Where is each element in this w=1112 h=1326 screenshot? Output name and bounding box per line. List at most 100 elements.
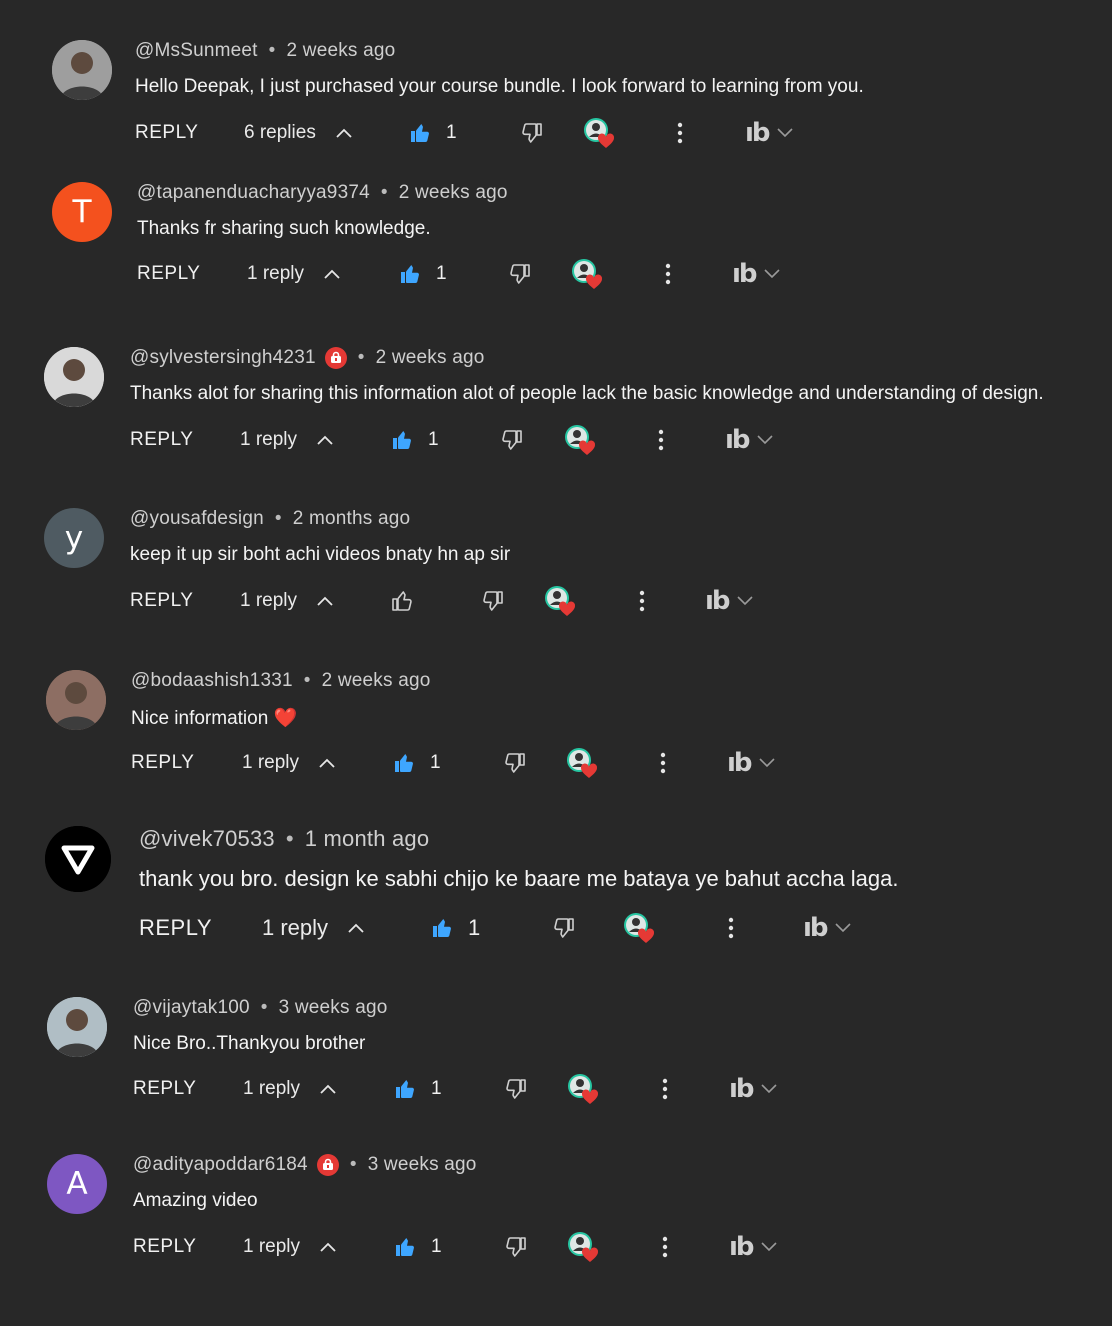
- avatar[interactable]: [46, 670, 106, 730]
- ib-extension-button[interactable]: ıb: [705, 586, 753, 616]
- author-handle[interactable]: @adityapoddar6184: [133, 1154, 308, 1176]
- ib-extension-button[interactable]: ıb: [729, 1074, 777, 1104]
- more-vert-icon[interactable]: [660, 1232, 670, 1262]
- more-vert-icon[interactable]: [663, 259, 673, 289]
- ib-extension-button[interactable]: ıb: [725, 425, 773, 455]
- comment-time[interactable]: 2 weeks ago: [399, 182, 508, 204]
- author-handle[interactable]: @sylvestersingh4231: [130, 347, 316, 369]
- comment-text: Nice information ❤️: [131, 706, 297, 730]
- avatar[interactable]: T: [52, 182, 112, 242]
- comment-time[interactable]: 3 weeks ago: [368, 1154, 477, 1176]
- avatar[interactable]: [44, 347, 104, 407]
- view-replies-toggle[interactable]: 1 reply: [262, 913, 364, 943]
- like-button[interactable]: [390, 586, 428, 616]
- view-replies-toggle[interactable]: 1 reply: [240, 425, 333, 455]
- reply-button[interactable]: REPLY: [133, 1074, 196, 1104]
- reply-button[interactable]: REPLY: [131, 748, 194, 778]
- dislike-button[interactable]: [481, 586, 505, 616]
- view-replies-toggle[interactable]: 1 reply: [243, 1232, 336, 1262]
- replies-count: 1 reply: [242, 752, 300, 773]
- comment-time[interactable]: 2 weeks ago: [376, 347, 485, 369]
- chevron-up-icon: [299, 758, 335, 768]
- replies-count: 1 reply: [243, 1078, 301, 1099]
- more-vert-icon[interactable]: [656, 425, 666, 455]
- author-handle[interactable]: @MsSunmeet: [135, 40, 258, 62]
- avatar[interactable]: [47, 997, 107, 1057]
- chevron-down-icon: [729, 596, 753, 606]
- comment-text: Thanks alot for sharing this information…: [130, 383, 1044, 405]
- ib-extension-button[interactable]: ıb: [729, 1232, 777, 1262]
- chevron-up-icon: [300, 1084, 336, 1094]
- ib-extension-icon: ıb: [729, 1074, 754, 1104]
- chevron-down-icon: [749, 435, 773, 445]
- comment-meta: @sylvestersingh4231 • 2 weeks ago: [130, 347, 485, 369]
- reply-button[interactable]: REPLY: [130, 586, 193, 616]
- comment-time[interactable]: 1 month ago: [305, 826, 430, 852]
- author-handle[interactable]: @vijaytak100: [133, 997, 250, 1019]
- comment-text: thank you bro. design ke sabhi chijo ke …: [139, 866, 899, 892]
- comment-meta: @yousafdesign • 2 months ago: [130, 508, 410, 530]
- creator-heart-icon: [563, 425, 597, 455]
- like-button[interactable]: 1: [390, 425, 439, 455]
- dislike-button[interactable]: [500, 425, 524, 455]
- like-button[interactable]: 1: [398, 259, 447, 289]
- reply-button[interactable]: REPLY: [135, 118, 198, 148]
- reply-button[interactable]: REPLY: [133, 1232, 196, 1262]
- author-handle[interactable]: @vivek70533: [139, 826, 275, 852]
- avatar[interactable]: y: [44, 508, 104, 568]
- view-replies-toggle[interactable]: 1 reply: [243, 1074, 336, 1104]
- view-replies-toggle[interactable]: 1 reply: [247, 259, 340, 289]
- separator-dot: •: [285, 826, 294, 851]
- dislike-button[interactable]: [520, 118, 544, 148]
- avatar[interactable]: [45, 826, 111, 892]
- dislike-button[interactable]: [508, 259, 532, 289]
- dislike-button[interactable]: [503, 748, 527, 778]
- more-vert-icon[interactable]: [658, 748, 668, 778]
- like-button[interactable]: 1: [408, 118, 457, 148]
- avatar[interactable]: [52, 40, 112, 100]
- ib-extension-button[interactable]: ıb: [803, 913, 851, 943]
- chevron-up-icon: [328, 923, 364, 933]
- more-vert-icon[interactable]: [637, 586, 647, 616]
- separator-dot: •: [357, 347, 365, 368]
- author-handle[interactable]: @bodaashish1331: [131, 670, 293, 692]
- chevron-up-icon: [316, 128, 352, 138]
- like-button[interactable]: 1: [430, 913, 480, 943]
- comment-actions: REPLY 1 reply 1 ıb: [0, 425, 1112, 455]
- chevron-up-icon: [297, 596, 333, 606]
- author-handle[interactable]: @tapanenduacharyya9374: [137, 182, 370, 204]
- ib-extension-button[interactable]: ıb: [732, 259, 780, 289]
- comment-time[interactable]: 2 weeks ago: [287, 40, 396, 62]
- comment-time[interactable]: 2 weeks ago: [322, 670, 431, 692]
- thumb-down-icon: [552, 916, 576, 940]
- ib-extension-button[interactable]: ıb: [745, 118, 793, 148]
- thumb-down-icon: [520, 121, 544, 145]
- like-button[interactable]: 1: [392, 748, 441, 778]
- comment-meta: @adityapoddar6184 • 3 weeks ago: [133, 1154, 477, 1176]
- author-handle[interactable]: @yousafdesign: [130, 508, 264, 530]
- comment-time[interactable]: 3 weeks ago: [279, 997, 388, 1019]
- dislike-button[interactable]: [552, 913, 576, 943]
- ib-extension-button[interactable]: ıb: [727, 748, 775, 778]
- dislike-button[interactable]: [504, 1232, 528, 1262]
- more-vert-icon[interactable]: [660, 1074, 670, 1104]
- thumb-up-icon: [392, 751, 416, 775]
- view-replies-toggle[interactable]: 1 reply: [242, 748, 335, 778]
- avatar[interactable]: A: [47, 1154, 107, 1214]
- thumb-up-icon: [390, 589, 414, 613]
- comment-time[interactable]: 2 months ago: [293, 508, 411, 530]
- reply-button[interactable]: REPLY: [139, 913, 212, 943]
- view-replies-toggle[interactable]: 1 reply: [240, 586, 333, 616]
- reply-button[interactable]: REPLY: [137, 259, 200, 289]
- dislike-button[interactable]: [504, 1074, 528, 1104]
- view-replies-toggle[interactable]: 6 replies: [244, 118, 352, 148]
- like-button[interactable]: 1: [393, 1232, 442, 1262]
- comment-meta: @bodaashish1331 • 2 weeks ago: [131, 670, 431, 692]
- like-button[interactable]: 1: [393, 1074, 442, 1104]
- comment-body: Amazing video: [133, 1190, 258, 1211]
- reply-button[interactable]: REPLY: [130, 425, 193, 455]
- member-badge-icon: [324, 347, 347, 369]
- more-vert-icon[interactable]: [675, 118, 685, 148]
- creator-heart-icon: [582, 118, 616, 148]
- more-vert-icon[interactable]: [726, 913, 736, 943]
